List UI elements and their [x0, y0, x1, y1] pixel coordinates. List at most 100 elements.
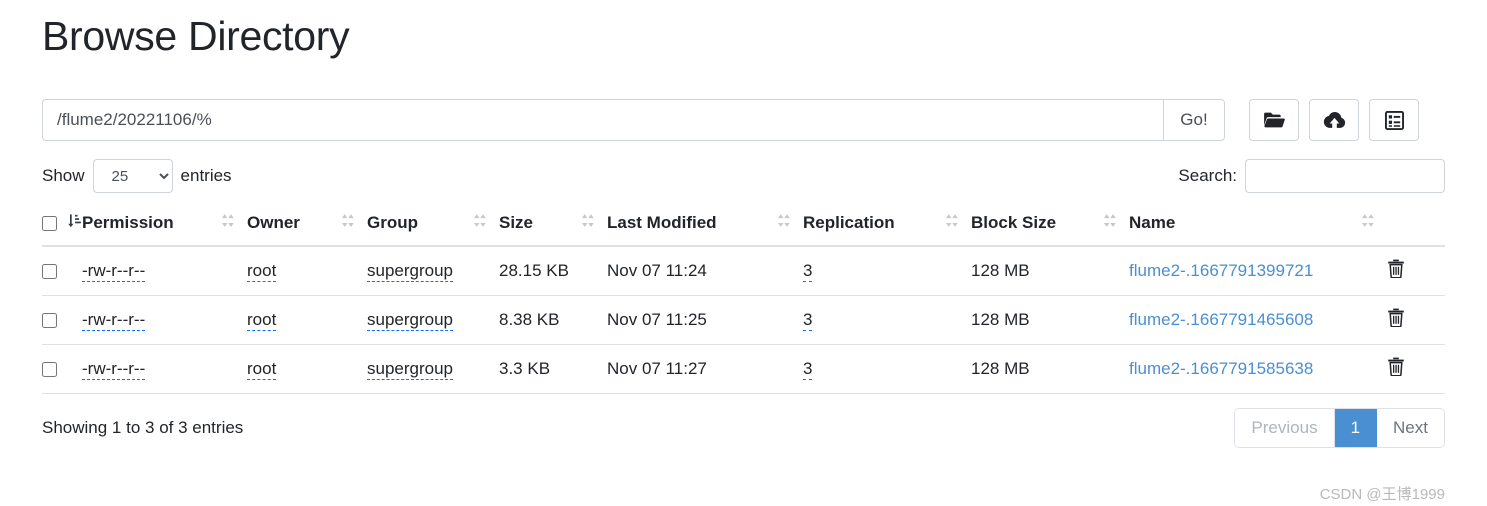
- column-header-select-all[interactable]: [42, 205, 82, 247]
- search-control: Search:: [1178, 159, 1445, 193]
- file-name-link[interactable]: flume2-.1667791585638: [1129, 359, 1313, 378]
- cut-and-paste-button[interactable]: [1369, 99, 1419, 141]
- row-checkbox[interactable]: [42, 264, 57, 280]
- column-label: Name: [1129, 213, 1176, 232]
- group-value[interactable]: supergroup: [367, 261, 454, 282]
- sort-icon[interactable]: [581, 213, 595, 233]
- search-label: Search:: [1178, 166, 1237, 185]
- owner-value[interactable]: root: [247, 310, 277, 331]
- column-header-permission[interactable]: Permission: [82, 205, 247, 247]
- cell-owner: root: [247, 295, 367, 345]
- sort-icon[interactable]: [341, 213, 355, 233]
- file-name-link[interactable]: flume2-.1667791399721: [1129, 261, 1313, 280]
- page-length-control: Show 25 entries: [42, 159, 232, 193]
- column-header-last-modified[interactable]: Last Modified: [607, 205, 803, 247]
- go-button[interactable]: Go!: [1163, 99, 1225, 141]
- cell-last-modified: Nov 07 11:27: [607, 344, 803, 394]
- cell-block-size: 128 MB: [971, 344, 1129, 394]
- cell-actions: [1387, 295, 1445, 345]
- show-label: Show: [42, 166, 85, 185]
- upload-files-button[interactable]: [1309, 99, 1359, 141]
- cell-block-size: 128 MB: [971, 246, 1129, 296]
- sort-icon[interactable]: [473, 213, 487, 233]
- cell-name: flume2-.1667791465608: [1129, 295, 1387, 345]
- list-detail-icon: [1384, 110, 1404, 130]
- sort-amount-down-icon[interactable]: [67, 213, 82, 233]
- permission-value[interactable]: -rw-r--r--: [82, 310, 146, 331]
- column-header-replication[interactable]: Replication: [803, 205, 971, 247]
- cell-size: 8.38 KB: [499, 295, 607, 345]
- column-header-group[interactable]: Group: [367, 205, 499, 247]
- cell-owner: root: [247, 246, 367, 296]
- sort-icon[interactable]: [945, 213, 959, 233]
- watermark: CSDN @王博1999: [1319, 486, 1445, 503]
- cell-size: 28.15 KB: [499, 246, 607, 296]
- owner-value[interactable]: root: [247, 261, 277, 282]
- pagination-previous[interactable]: Previous: [1235, 409, 1335, 448]
- sort-icon[interactable]: [221, 213, 235, 233]
- table-row: -rw-r--r-- root supergroup 3.3 KB Nov 07…: [42, 344, 1445, 394]
- row-checkbox[interactable]: [42, 362, 57, 378]
- cell-group: supergroup: [367, 344, 499, 394]
- file-name-link[interactable]: flume2-.1667791465608: [1129, 310, 1313, 329]
- column-label: Replication: [803, 213, 895, 232]
- delete-file-button[interactable]: [1387, 259, 1405, 281]
- group-value[interactable]: supergroup: [367, 359, 454, 380]
- owner-value[interactable]: root: [247, 359, 277, 380]
- pagination-page-1[interactable]: 1: [1334, 409, 1378, 448]
- cell-last-modified: Nov 07 11:25: [607, 295, 803, 345]
- cell-owner: root: [247, 344, 367, 394]
- directory-table: Permission Owner Group Size Last Modifie…: [42, 205, 1445, 394]
- cell-size: 3.3 KB: [499, 344, 607, 394]
- replication-value[interactable]: 3: [803, 359, 813, 380]
- select-all-checkbox[interactable]: [42, 215, 57, 231]
- cell-last-modified: Nov 07 11:24: [607, 246, 803, 296]
- group-value[interactable]: supergroup: [367, 310, 454, 331]
- create-directory-button[interactable]: [1249, 99, 1299, 141]
- trash-icon: [1387, 357, 1405, 379]
- trash-icon: [1387, 308, 1405, 330]
- cell-permission: -rw-r--r--: [82, 246, 247, 296]
- table-controls-row: Show 25 entries Search:: [42, 159, 1445, 193]
- column-header-owner[interactable]: Owner: [247, 205, 367, 247]
- delete-file-button[interactable]: [1387, 357, 1405, 379]
- column-header-name[interactable]: Name: [1129, 205, 1387, 247]
- sort-icon[interactable]: [1361, 213, 1375, 233]
- path-bar-row: Go!: [42, 99, 1445, 141]
- permission-value[interactable]: -rw-r--r--: [82, 359, 146, 380]
- pagination-next[interactable]: Next: [1377, 409, 1444, 448]
- cell-group: supergroup: [367, 246, 499, 296]
- table-info: Showing 1 to 3 of 3 entries: [42, 418, 244, 438]
- entries-label: entries: [180, 166, 232, 185]
- table-header-row: Permission Owner Group Size Last Modifie…: [42, 205, 1445, 247]
- replication-value[interactable]: 3: [803, 310, 813, 331]
- delete-file-button[interactable]: [1387, 308, 1405, 330]
- page-length-select[interactable]: 25: [92, 159, 173, 193]
- column-header-actions: [1387, 205, 1445, 247]
- replication-value[interactable]: 3: [803, 261, 813, 282]
- toolbar-icon-buttons: [1249, 99, 1419, 141]
- cloud-upload-icon: [1323, 111, 1346, 129]
- column-label: Permission: [82, 213, 174, 232]
- browse-directory-page: Browse Directory Go!: [0, 0, 1487, 506]
- cell-permission: -rw-r--r--: [82, 344, 247, 394]
- table-body: -rw-r--r-- root supergroup 28.15 KB Nov …: [42, 246, 1445, 394]
- cell-actions: [1387, 246, 1445, 296]
- table-row: -rw-r--r-- root supergroup 28.15 KB Nov …: [42, 246, 1445, 296]
- column-header-block-size[interactable]: Block Size: [971, 205, 1129, 247]
- directory-path-input[interactable]: [42, 99, 1163, 141]
- column-label: Block Size: [971, 213, 1057, 232]
- row-checkbox[interactable]: [42, 313, 57, 329]
- cell-name: flume2-.1667791585638: [1129, 344, 1387, 394]
- column-header-size[interactable]: Size: [499, 205, 607, 247]
- cell-replication: 3: [803, 344, 971, 394]
- cell-replication: 3: [803, 295, 971, 345]
- sort-icon[interactable]: [1103, 213, 1117, 233]
- search-input[interactable]: [1245, 159, 1445, 193]
- cell-replication: 3: [803, 246, 971, 296]
- folder-open-icon: [1263, 111, 1285, 129]
- cell-actions: [1387, 344, 1445, 394]
- trash-icon: [1387, 259, 1405, 281]
- sort-icon[interactable]: [777, 213, 791, 233]
- permission-value[interactable]: -rw-r--r--: [82, 261, 146, 282]
